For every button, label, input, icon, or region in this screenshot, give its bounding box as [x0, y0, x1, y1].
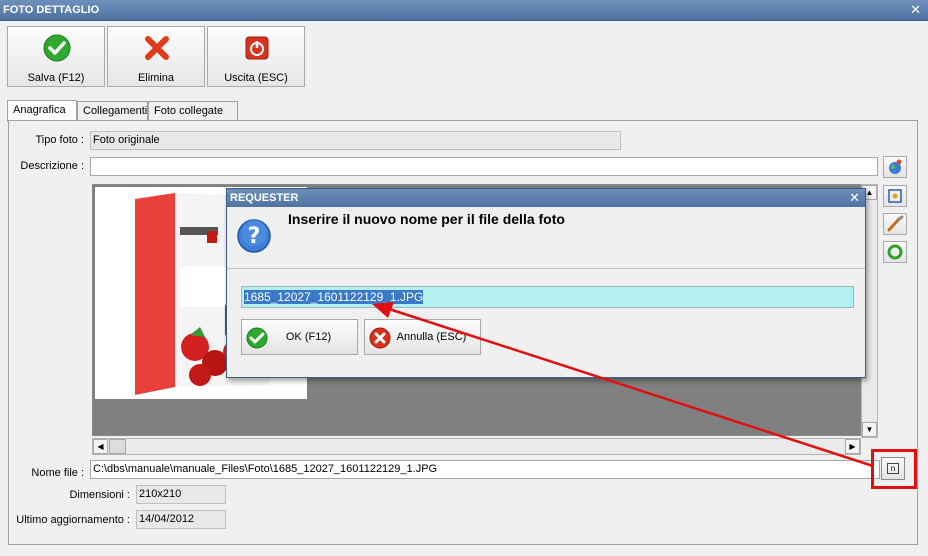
dialog-titlebar: REQUESTER ✕ — [227, 189, 865, 207]
delete-button[interactable]: Elimina — [107, 26, 205, 87]
power-icon — [245, 36, 269, 60]
select-area-button[interactable] — [883, 185, 907, 207]
tab-collegamenti-label: Collegamenti — [83, 105, 148, 117]
save-button[interactable]: Salva (F12) — [7, 26, 105, 87]
exit-button[interactable]: Uscita (ESC) — [207, 26, 305, 87]
ultimo-aggiornamento-field: 14/04/2012 — [136, 510, 226, 529]
scroll-thumb[interactable] — [109, 439, 126, 454]
descrizione-label: Descrizione : — [20, 160, 84, 172]
scroll-right-icon[interactable]: ▶ — [845, 439, 860, 454]
dimensioni-label: Dimensioni : — [69, 489, 130, 501]
dimensioni-field: 210x210 — [136, 485, 226, 504]
edit-image-button[interactable] — [883, 213, 907, 235]
ok-button-label: OK (F12) — [285, 331, 332, 343]
tab-foto-collegate[interactable]: Foto collegate — [148, 101, 238, 121]
cancel-button[interactable]: Annulla (ESC) — [364, 319, 481, 355]
nome-file-label: Nome file : — [31, 467, 84, 479]
web-search-button[interactable] — [883, 156, 907, 178]
brush-icon — [887, 215, 904, 232]
descrizione-field[interactable] — [90, 157, 878, 176]
ultimo-aggiornamento-label: Ultimo aggiornamento : — [16, 514, 130, 526]
tab-anagrafica-label: Anagrafica — [13, 104, 66, 116]
dialog-separator — [227, 268, 865, 269]
crop-icon — [888, 189, 902, 203]
dialog-close-icon[interactable]: ✕ — [849, 190, 860, 206]
ok-button[interactable]: OK (F12) — [241, 319, 358, 355]
close-icon[interactable]: ✕ — [910, 2, 921, 18]
question-icon: ? — [237, 219, 271, 253]
new-filename-value: 1685_12027_1601122129_1.JPG — [244, 290, 424, 304]
save-button-label: Salva (F12) — [27, 72, 85, 84]
new-filename-input[interactable]: 1685_12027_1601122129_1.JPG — [241, 286, 854, 308]
recycle-icon — [887, 244, 903, 260]
image-horizontal-scrollbar[interactable]: ◀ ▶ — [92, 438, 861, 455]
scroll-down-icon[interactable]: ▼ — [862, 422, 877, 437]
tab-collegamenti[interactable]: Collegamenti — [77, 101, 148, 121]
scroll-left-icon[interactable]: ◀ — [93, 439, 108, 454]
nome-file-field[interactable]: C:\dbs\manuale\manuale_Files\Foto\1685_1… — [90, 460, 880, 479]
globe-icon — [889, 159, 902, 174]
window-title: FOTO DETTAGLIO — [3, 4, 100, 16]
recycle-button[interactable] — [883, 241, 907, 263]
delete-x-icon — [145, 36, 169, 60]
cancel-button-label: Annulla (ESC) — [396, 331, 467, 343]
checkmark-icon — [43, 34, 71, 62]
exit-button-label: Uscita (ESC) — [224, 72, 288, 84]
tab-anagrafica[interactable]: Anagrafica — [7, 100, 77, 122]
tipo-foto-field: Foto originale — [90, 131, 621, 150]
delete-button-label: Elimina — [137, 72, 175, 84]
dialog-title: REQUESTER — [230, 192, 299, 204]
rename-icon: n — [887, 463, 899, 474]
svg-text:?: ? — [248, 224, 261, 249]
window-titlebar: FOTO DETTAGLIO ✕ — [0, 0, 928, 21]
rename-file-button[interactable]: n — [881, 457, 905, 480]
requester-dialog: REQUESTER ✕ ? Inserire il nuovo nome per… — [226, 188, 866, 378]
dialog-message: Inserire il nuovo nome per il file della… — [288, 211, 565, 227]
tipo-foto-label: Tipo foto : — [35, 134, 84, 146]
tab-foto-collegate-label: Foto collegate — [154, 105, 224, 117]
